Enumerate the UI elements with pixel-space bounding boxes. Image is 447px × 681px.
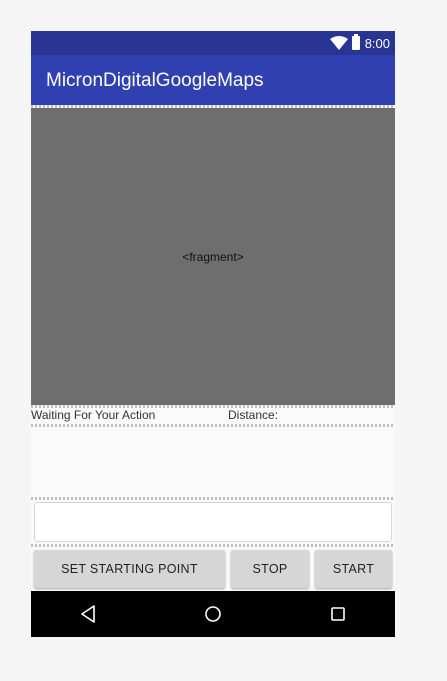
divider bbox=[31, 544, 395, 547]
status-bar: 8:00 bbox=[31, 31, 395, 55]
back-button[interactable] bbox=[73, 599, 103, 629]
wifi-icon bbox=[329, 36, 348, 50]
result-area bbox=[31, 427, 395, 497]
distance-label: Distance: bbox=[228, 408, 279, 422]
battery-icon bbox=[351, 34, 360, 50]
status-time: 8:00 bbox=[364, 35, 390, 51]
text-input[interactable] bbox=[34, 502, 392, 542]
divider bbox=[31, 497, 395, 500]
map-fragment[interactable]: <fragment> bbox=[31, 108, 395, 405]
start-button[interactable]: START bbox=[315, 550, 392, 588]
recents-button[interactable] bbox=[323, 599, 353, 629]
fragment-placeholder: <fragment> bbox=[182, 250, 244, 264]
navigation-bar bbox=[31, 591, 395, 637]
device-screen: 8:00 MicronDigitalGoogleMaps <fragment> … bbox=[31, 31, 395, 637]
recents-icon bbox=[331, 607, 345, 621]
back-icon bbox=[81, 605, 95, 623]
stop-button[interactable]: STOP bbox=[231, 550, 309, 588]
status-icons: 8:00 bbox=[329, 31, 390, 55]
set-starting-point-button[interactable]: SET STARTING POINT bbox=[34, 550, 225, 588]
home-icon bbox=[205, 606, 221, 622]
app-title: MicronDigitalGoogleMaps bbox=[46, 70, 264, 91]
info-row: Waiting For Your Action Distance: bbox=[31, 407, 395, 424]
app-bar: MicronDigitalGoogleMaps bbox=[31, 55, 395, 105]
status-text: Waiting For Your Action bbox=[31, 408, 156, 422]
home-button[interactable] bbox=[198, 599, 228, 629]
